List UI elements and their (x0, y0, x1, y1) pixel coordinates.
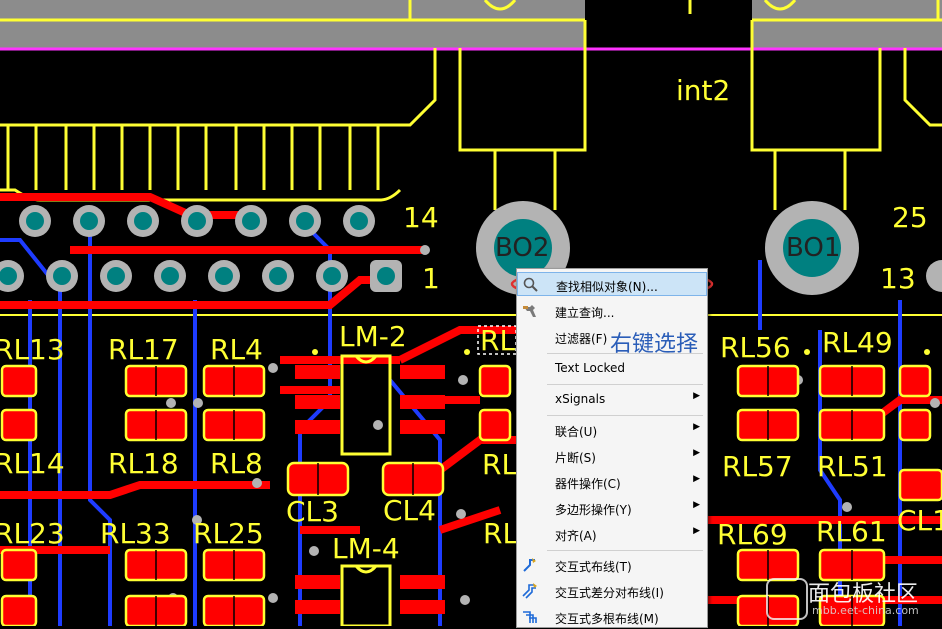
label-int2: int2 (676, 74, 731, 107)
label-rl-partial-b: RL (482, 448, 518, 481)
diff-pair-routing-icon (522, 583, 538, 599)
menu-item-label: 器件操作(C) (555, 477, 621, 491)
label-rl4: RL4 (210, 333, 263, 366)
label-pin25: 25 (892, 201, 928, 234)
label-cl1: CL1 (897, 504, 942, 537)
label-rl25: RL25 (193, 517, 264, 550)
label-rl56: RL56 (720, 331, 791, 364)
context-menu: 查找相似对象(N)... 建立查询... 过滤器(F) Text Locked … (516, 268, 708, 628)
label-rl49: RL49 (822, 326, 893, 359)
menu-item-label: 建立查询... (555, 306, 615, 320)
menu-item-xsignals[interactable]: xSignals ▶ (517, 387, 707, 411)
label-rl18: RL18 (108, 447, 179, 480)
menu-item-label: 多边形操作(Y) (555, 503, 632, 517)
label-rl8: RL8 (210, 447, 263, 480)
menu-item-label: Text Locked (555, 361, 626, 375)
menu-item-component-actions[interactable]: 器件操作(C) ▶ (517, 470, 707, 494)
label-rl23: RL23 (0, 517, 65, 550)
menu-separator (547, 384, 703, 385)
submenu-arrow-icon: ▶ (693, 474, 700, 484)
label-rl33: RL33 (100, 517, 171, 550)
menu-item-label: 交互式差分对布线(I) (555, 586, 664, 600)
interactive-routing-icon (522, 557, 538, 573)
pad-label-bo1: BO1 (786, 233, 841, 263)
label-lm4: LM-4 (332, 532, 400, 565)
label-lm2: LM-2 (339, 320, 407, 353)
menu-item-label: 过滤器(F) (555, 332, 608, 346)
label-rl13: RL13 (0, 333, 65, 366)
menu-item-snippets[interactable]: 片断(S) ▶ (517, 444, 707, 468)
submenu-arrow-icon: ▶ (693, 448, 700, 458)
submenu-arrow-icon: ▶ (693, 500, 700, 510)
label-rl57: RL57 (722, 450, 793, 483)
label-rl-partial-c: RL (483, 517, 519, 550)
menu-item-polygon-actions[interactable]: 多边形操作(Y) ▶ (517, 496, 707, 520)
label-cl3: CL3 (286, 495, 339, 528)
menu-item-label: 交互式多根布线(M) (555, 612, 659, 626)
pad-label-bo2: BO2 (495, 233, 550, 263)
label-rl17: RL17 (108, 333, 179, 366)
menu-separator (547, 550, 703, 551)
menu-item-union[interactable]: 联合(U) ▶ (517, 418, 707, 442)
menu-item-find-similar[interactable]: 查找相似对象(N)... (517, 272, 707, 296)
menu-item-interactive-routing[interactable]: 交互式布线(T) (517, 553, 707, 577)
label-rl-partial-a[interactable]: RL (480, 327, 515, 355)
menu-item-label: 查找相似对象(N)... (556, 280, 658, 294)
multi-routing-icon (522, 609, 538, 625)
menu-item-label: 对齐(A) (555, 529, 597, 543)
submenu-arrow-icon: ▶ (693, 422, 700, 432)
watermark: 面包板社区 mbb.eet-china.com (764, 574, 942, 626)
menu-separator (547, 415, 703, 416)
submenu-arrow-icon: ▶ (693, 526, 700, 536)
build-query-icon (522, 303, 538, 319)
menu-item-multi-routing[interactable]: 交互式多根布线(M) (517, 605, 707, 629)
menu-item-label: 片断(S) (555, 451, 596, 465)
watermark-url: mbb.eet-china.com (812, 604, 919, 617)
menu-item-label: xSignals (555, 392, 606, 406)
label-pin13: 13 (880, 262, 916, 295)
menu-item-align[interactable]: 对齐(A) ▶ (517, 522, 707, 546)
label-rl69: RL69 (717, 518, 788, 551)
label-cl4: CL4 (383, 494, 436, 527)
label-pin1: 1 (422, 262, 440, 295)
label-rl14: RL14 (0, 447, 65, 480)
menu-item-text-locked[interactable]: Text Locked (517, 356, 707, 380)
label-rl61: RL61 (816, 515, 887, 548)
label-rl51: RL51 (817, 450, 888, 483)
annotation-right-click: 右键选择 (610, 332, 699, 357)
menu-item-label: 交互式布线(T) (555, 560, 632, 574)
find-similar-icon (523, 277, 539, 293)
menu-item-label: 联合(U) (555, 425, 598, 439)
menu-item-build-query[interactable]: 建立查询... (517, 299, 707, 323)
watermark-logo-icon (766, 578, 808, 620)
submenu-arrow-icon: ▶ (693, 391, 700, 401)
menu-item-diff-pair-routing[interactable]: 交互式差分对布线(I) (517, 579, 707, 603)
label-pin14: 14 (403, 201, 439, 234)
